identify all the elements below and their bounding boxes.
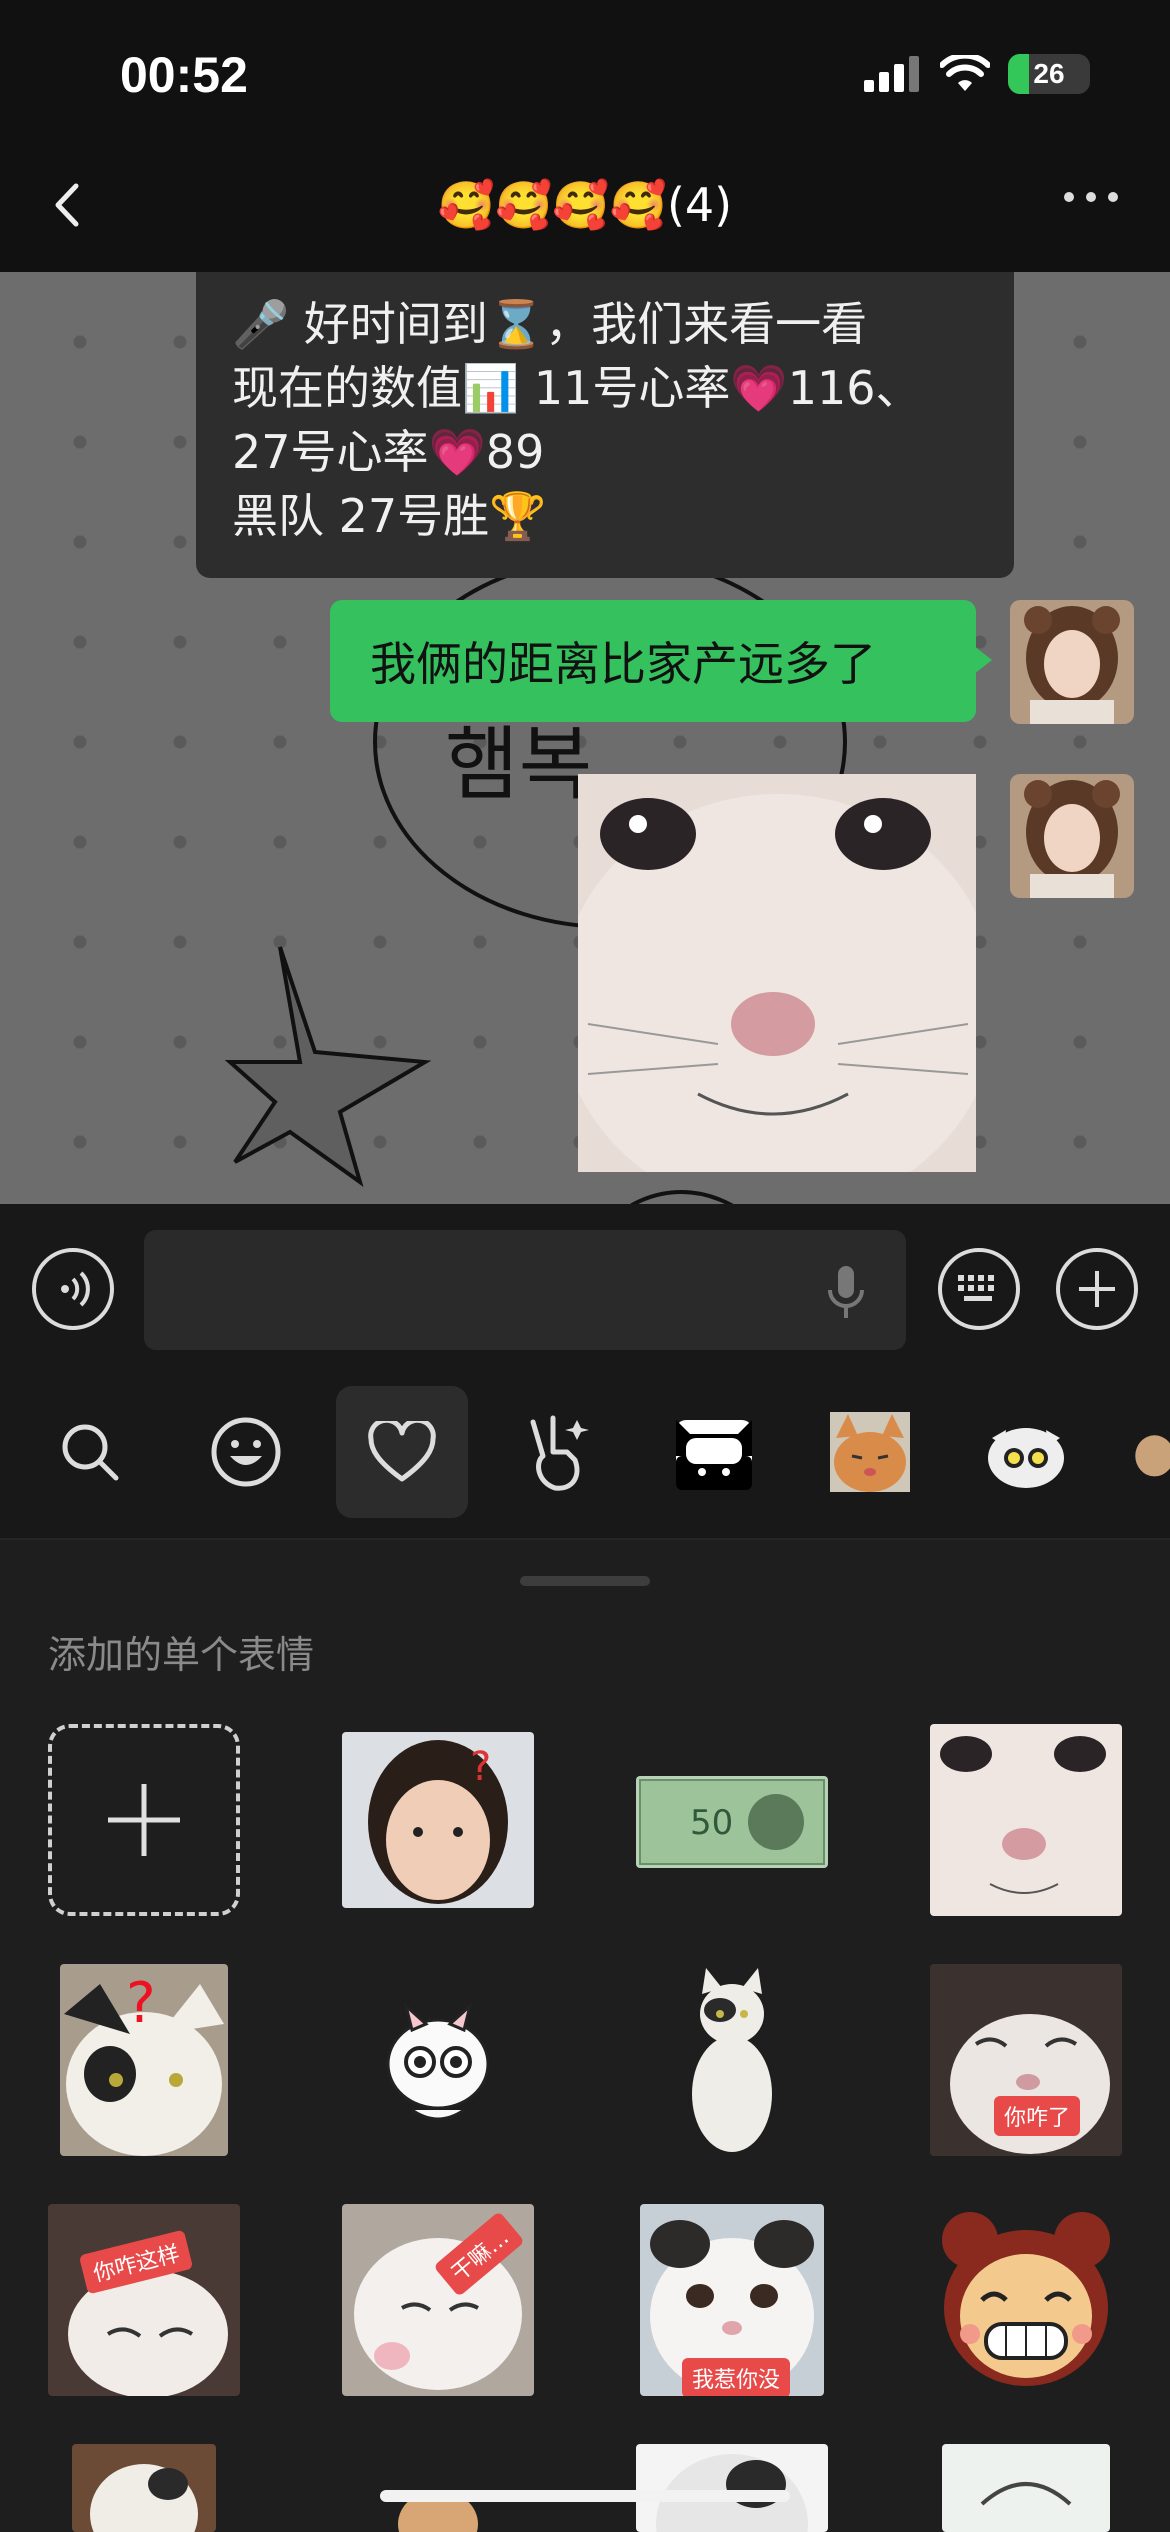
message-line: 黑队 27号胜🏆: [232, 489, 547, 543]
sticker-item[interactable]: 你咋了: [930, 1964, 1122, 2156]
message-line: 现在的数值📊 11号心率💗116、: [232, 361, 922, 415]
message-input[interactable]: [144, 1230, 906, 1350]
sticker-item[interactable]: [72, 2444, 216, 2532]
svg-text:?: ?: [126, 1971, 156, 2036]
plus-icon[interactable]: [1056, 1248, 1138, 1330]
home-indicator[interactable]: [380, 2490, 790, 2502]
panel-drag-handle[interactable]: [520, 1576, 650, 1586]
doodle-text: 햄복: [445, 718, 592, 811]
chat-message-area[interactable]: 햄복 🎤 好时间到⌛，我们来看一看 现在的数值📊 11号心率💗116、 27号心…: [0, 272, 1170, 1204]
sticker-item[interactable]: [676, 1964, 788, 2156]
cat-sticker-message[interactable]: [578, 774, 976, 1172]
mic-icon[interactable]: [826, 1264, 866, 1320]
sticker-caption: 你咋了: [994, 2096, 1081, 2136]
sticker-panel: 添加的单个表情 ? 50 ? 你咋了 你咋这样 干嘛… 我惹你没: [0, 1540, 1170, 2532]
tab-gestures[interactable]: [492, 1386, 624, 1518]
chat-nav-bar: 🥰🥰🥰🥰(4): [0, 140, 1170, 272]
sticker-item[interactable]: [382, 2000, 494, 2128]
my-avatar[interactable]: [1010, 600, 1134, 724]
svg-text:?: ?: [470, 1744, 491, 1790]
my-avatar[interactable]: [1010, 774, 1134, 898]
search-icon: [62, 1424, 119, 1481]
battery-level: 26: [1033, 58, 1065, 89]
smiley-icon: [211, 1417, 281, 1487]
plus-icon: [108, 1784, 180, 1856]
section-label: 添加的单个表情: [48, 1633, 315, 1677]
tab-favorites[interactable]: [336, 1386, 468, 1518]
wifi-icon: [940, 55, 990, 91]
more-options-icon[interactable]: [1064, 192, 1118, 202]
sticker-item[interactable]: 50: [636, 1776, 828, 1868]
sticker-caption: 我惹你没: [682, 2358, 791, 2396]
sticker-item[interactable]: [930, 2204, 1122, 2396]
tab-sticker-pack[interactable]: [804, 1386, 936, 1518]
chat-title: 🥰🥰🥰🥰(4): [437, 178, 733, 232]
sticker-item[interactable]: 你咋这样: [48, 2204, 240, 2396]
system-message-bubble[interactable]: 🎤 好时间到⌛，我们来看一看 现在的数值📊 11号心率💗116、 27号心率💗8…: [196, 272, 1014, 578]
message-line: 27号心率💗89: [232, 425, 545, 479]
keyboard-icon[interactable]: [938, 1248, 1020, 1330]
sticker-item[interactable]: [636, 2444, 828, 2532]
sticker-item[interactable]: [942, 2444, 1110, 2532]
add-sticker-button[interactable]: [48, 1724, 240, 1916]
status-bar: 00:52 26: [0, 0, 1170, 140]
message-line: 🎤 好时间到⌛，我们来看一看: [232, 297, 868, 351]
sticker-item[interactable]: [930, 1724, 1122, 1916]
status-icons: 26: [864, 54, 1090, 94]
sticker-item[interactable]: 我惹你没: [640, 2204, 824, 2396]
sticker-item[interactable]: ?: [60, 1964, 228, 2156]
my-text-message[interactable]: 我俩的距离比家产远多了: [330, 600, 992, 722]
voice-icon[interactable]: [32, 1248, 114, 1330]
input-bar: [0, 1204, 1170, 1374]
tab-search[interactable]: [24, 1386, 156, 1518]
tab-emoji[interactable]: [180, 1386, 312, 1518]
tab-sticker-pack[interactable]: [960, 1386, 1092, 1518]
sticker-tab-bar: [0, 1374, 1170, 1540]
battery-icon: 26: [1008, 54, 1090, 94]
my-message-text: 我俩的距离比家产远多了: [370, 637, 876, 691]
sticker-item[interactable]: 干嘛…: [342, 2204, 534, 2396]
cellular-signal-icon: [864, 56, 919, 92]
peace-hand-icon: [530, 1415, 589, 1491]
heart-icon: [368, 1421, 436, 1482]
tab-sticker-pack[interactable]: [648, 1386, 780, 1518]
sticker-item[interactable]: ?: [342, 1732, 534, 1908]
status-time: 00:52: [120, 47, 248, 103]
tab-sticker-pack[interactable]: [1116, 1386, 1170, 1518]
svg-text:50: 50: [690, 1803, 733, 1843]
